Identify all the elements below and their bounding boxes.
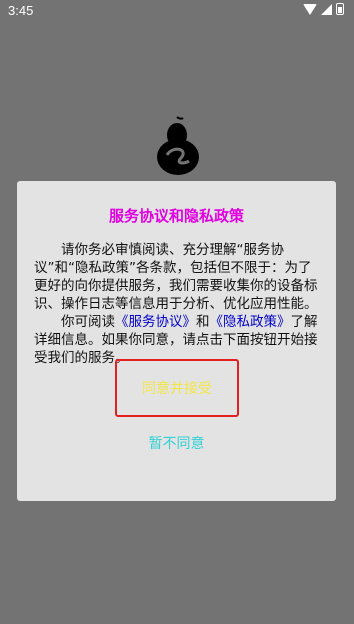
wifi-icon <box>303 3 317 15</box>
app-logo <box>157 116 199 175</box>
accept-button-label: 同意并接受 <box>142 381 212 397</box>
decline-button[interactable]: 暂不同意 <box>17 433 336 453</box>
dialog-content: 请你务必审慎阅读、充分理解“服务协议”和“隐私政策”各条款，包括但不限于：为了更… <box>34 241 323 367</box>
dialog-paragraph-1: 请你务必审慎阅读、充分理解“服务协议”和“隐私政策”各条款，包括但不限于：为了更… <box>34 242 318 312</box>
battery-icon <box>336 3 344 15</box>
privacy-policy-link[interactable]: 《隐私政策》 <box>210 314 291 330</box>
privacy-dialog: 服务协议和隐私政策 请你务必审慎阅读、充分理解“服务协议”和“隐私政策”各条款，… <box>17 181 336 501</box>
paragraph-2-and: 和 <box>196 314 210 330</box>
status-bar: 3:45 <box>0 0 354 22</box>
accept-button[interactable]: 同意并接受 <box>115 359 239 417</box>
status-icons <box>303 3 344 15</box>
paragraph-2-prefix: 你可阅读 <box>61 314 115 330</box>
signal-icon <box>321 3 332 15</box>
service-agreement-link[interactable]: 《服务协议》 <box>115 314 196 330</box>
dialog-title: 服务协议和隐私政策 <box>108 207 244 225</box>
status-time: 3:45 <box>8 3 34 18</box>
